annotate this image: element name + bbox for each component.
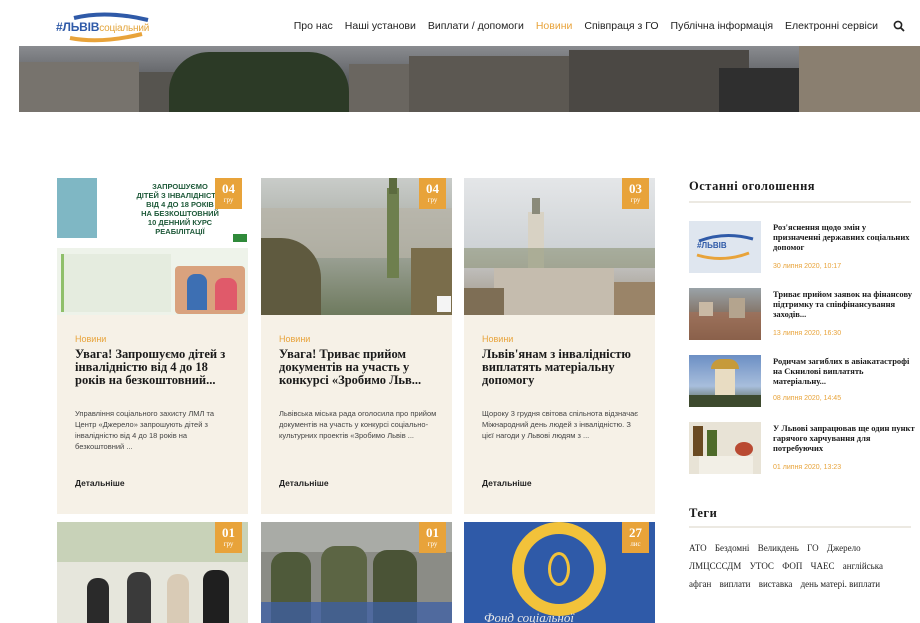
logo-sub-text: соціальний (99, 23, 150, 34)
announcement-item[interactable]: Триває прийом заявок на фінансову підтри… (689, 288, 914, 340)
date-badge: 04 гру (419, 178, 446, 209)
tag-link[interactable]: Джерело (827, 539, 861, 557)
poster-line: НА БЕЗКОШТОВНИЙ (141, 209, 219, 218)
date-month: гру (630, 196, 641, 204)
tag-link[interactable]: ЛМЦСССДМ (689, 557, 741, 575)
tag-cloud: АТО Бездомні Великдень ГО Джерело ЛМЦССС… (689, 539, 917, 593)
nav-item-payments[interactable]: Виплати / допомоги (422, 20, 530, 32)
news-card[interactable]: 01 гру (261, 522, 452, 623)
date-day: 03 (629, 181, 642, 196)
nav-item-news[interactable]: Новини (530, 20, 579, 32)
logo-main-text: #ЛЬВІВ (56, 20, 100, 34)
tag-link[interactable]: АТО (689, 539, 707, 557)
announcement-item[interactable]: У Львові запрацював ще один пункт гарячо… (689, 422, 915, 474)
date-badge: 01 гру (419, 522, 446, 553)
announcement-date: 30 липня 2020, 10:17 (773, 263, 842, 270)
main-nav: Про нас Наші установи Виплати / допомоги… (288, 6, 908, 46)
nav-item-institutions[interactable]: Наші установи (339, 20, 422, 32)
card-excerpt: Щороку 3 грудня світова спільнота відзна… (482, 409, 639, 440)
tag-link[interactable]: ФОП (782, 557, 802, 575)
read-more-link[interactable]: Детальніше (279, 478, 329, 488)
date-month: гру (427, 540, 438, 548)
announcement-title[interactable]: Роз'яснення щодо змін у призначенні держ… (773, 222, 915, 252)
announcement-thumbnail[interactable] (689, 355, 761, 407)
date-day: 27 (629, 525, 642, 540)
nav-item-e-services[interactable]: Електронні сервіси (779, 20, 884, 32)
card-category[interactable]: Новини (75, 334, 106, 344)
announcements-title: Останні оголошення (689, 179, 816, 193)
announcement-date: 08 липня 2020, 14:45 (773, 395, 842, 402)
site-header: #ЛЬВІВсоціальний Про нас Наші установи В… (19, 6, 920, 46)
tag-link[interactable]: ЧАЕС (811, 557, 835, 575)
hero-banner (19, 46, 920, 112)
tags-title: Теги (689, 506, 718, 520)
card-excerpt: Управління соціального захисту ЛМЛ та Це… (75, 409, 215, 451)
news-card[interactable]: 01 гру (57, 522, 248, 623)
read-more-link[interactable]: Детальніше (482, 478, 532, 488)
thumb-logo-text: #ЛЬВІВ (697, 241, 727, 250)
date-day: 04 (426, 181, 439, 196)
date-badge: 04 гру (215, 178, 242, 209)
tag-link[interactable]: Бездомні (715, 539, 750, 557)
tag-link[interactable]: виставка (759, 575, 793, 593)
card-category[interactable]: Новини (482, 334, 513, 344)
announcement-title[interactable]: Родичам загиблих в авіакатастрофі на Скн… (773, 356, 915, 386)
card-excerpt: Львівська міська рада оголосила про прий… (279, 409, 437, 440)
news-card[interactable]: Фонд соціальної 27 лис (464, 522, 655, 623)
date-day: 01 (426, 525, 439, 540)
nav-item-ngo[interactable]: Співпраця з ГО (578, 20, 664, 32)
search-icon[interactable] (890, 17, 908, 35)
tag-link[interactable]: Великдень (758, 539, 799, 557)
news-card[interactable]: 03 гру Новини Львів'янам з інвалідністю … (464, 178, 655, 514)
card-title[interactable]: Львів'янам з інвалідністю виплатять мате… (482, 348, 644, 387)
card-title[interactable]: Увага! Запрошуємо дітей з інвалідністю в… (75, 348, 237, 387)
read-more-link[interactable]: Детальніше (75, 478, 125, 488)
date-badge: 27 лис (622, 522, 649, 553)
poster-line: Фонд соціальної (484, 610, 574, 623)
tag-link[interactable]: ГО (807, 539, 818, 557)
date-day: 04 (222, 181, 235, 196)
announcement-thumbnail[interactable] (689, 422, 761, 474)
announcement-date: 01 липня 2020, 13:23 (773, 464, 842, 471)
tag-link[interactable]: день матері. виплати (801, 575, 880, 593)
news-card[interactable]: ЗАПРОШУЄМО ДІТЕЙ З ІНВАЛІДНІСТЮ ВІД 4 ДО… (57, 178, 248, 514)
announcement-thumbnail[interactable] (689, 288, 761, 340)
card-title[interactable]: Увага! Триває прийом документів на участ… (279, 348, 441, 387)
date-badge: 03 гру (622, 178, 649, 209)
announcement-thumbnail[interactable]: #ЛЬВІВ (689, 221, 761, 273)
card-category[interactable]: Новини (279, 334, 310, 344)
date-month: гру (223, 540, 234, 548)
date-month: лис (630, 540, 641, 548)
announcements-divider (689, 201, 911, 203)
tag-link[interactable]: англійська (843, 557, 883, 575)
date-month: гру (427, 196, 438, 204)
tags-divider (689, 526, 911, 528)
date-badge: 01 гру (215, 522, 242, 553)
news-card[interactable]: 04 гру Новини Увага! Триває прийом докум… (261, 178, 452, 514)
site-logo[interactable]: #ЛЬВІВсоціальний (56, 12, 156, 44)
nav-item-public-info[interactable]: Публічна інформація (665, 20, 779, 32)
tag-link[interactable]: виплати (720, 575, 751, 593)
announcement-item[interactable]: #ЛЬВІВ Роз'яснення щодо змін у призначен… (689, 221, 914, 273)
date-month: гру (223, 196, 234, 204)
announcement-item[interactable]: Родичам загиблих в авіакатастрофі на Скн… (689, 355, 914, 407)
nav-item-about[interactable]: Про нас (288, 20, 339, 32)
date-day: 01 (222, 525, 235, 540)
announcement-title[interactable]: Триває прийом заявок на фінансову підтри… (773, 289, 915, 319)
announcement-date: 13 липня 2020, 16:30 (773, 330, 842, 337)
announcement-title[interactable]: У Львові запрацював ще один пункт гарячо… (773, 423, 915, 453)
poster-line: 10 ДЕННИЙ КУРС РЕАБІЛІТАЦІЇ (147, 218, 213, 236)
tag-link[interactable]: УТОС (750, 557, 774, 575)
tag-link[interactable]: афган (689, 575, 711, 593)
